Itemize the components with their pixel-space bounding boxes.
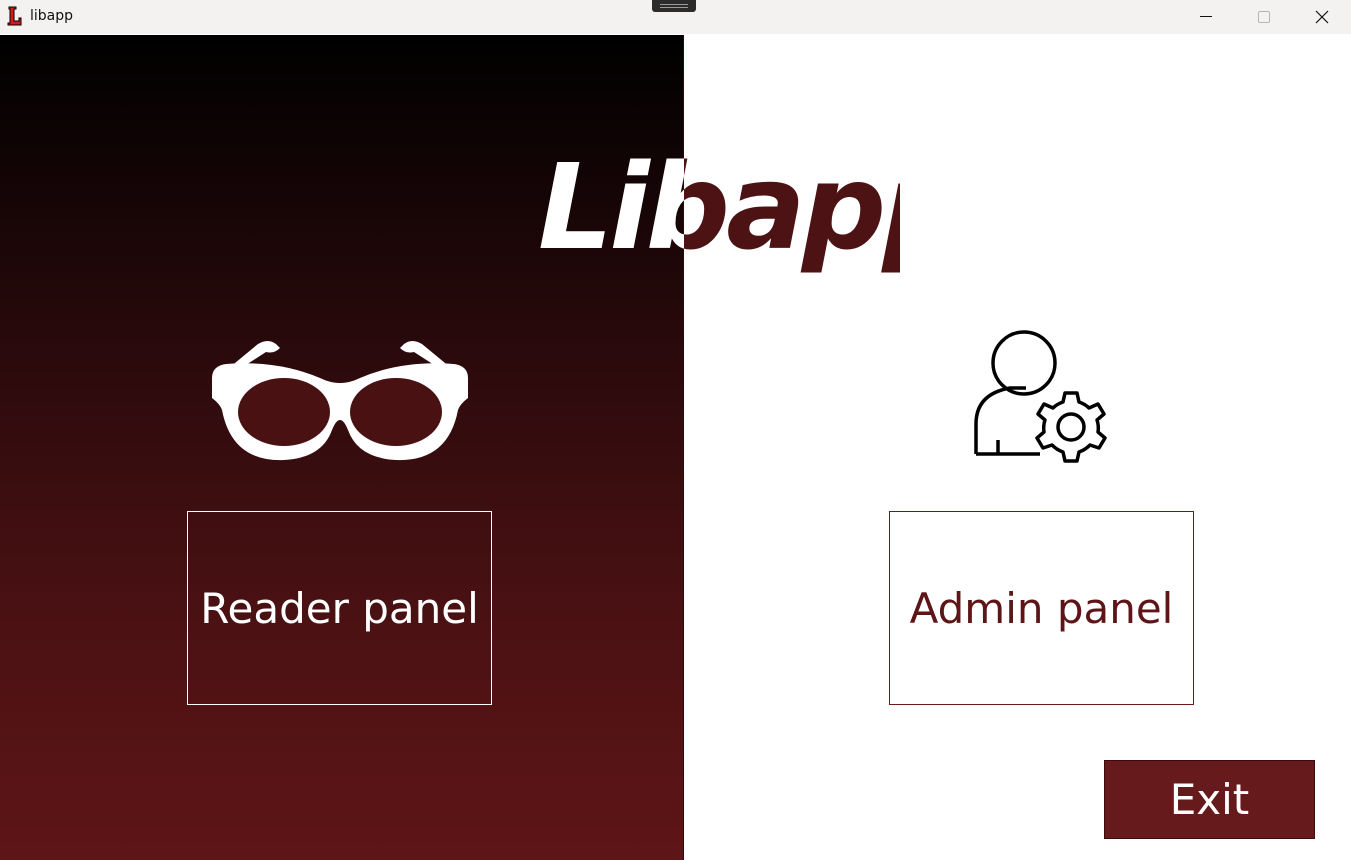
app-window: libapp Libap Libap Reader panel Admin pa… [0,0,1351,860]
window-title: libapp [30,8,74,24]
title-bar[interactable]: libapp [0,0,1351,34]
maximize-button[interactable] [1235,0,1293,34]
close-button[interactable] [1293,0,1351,34]
maximize-icon [1258,11,1270,23]
minimize-button[interactable] [1177,0,1235,34]
reader-panel-button[interactable]: Reader panel [187,511,492,705]
user-gear-icon [974,330,1107,463]
app-logo-icon [7,6,22,26]
admin-panel-button[interactable]: Admin panel [889,511,1194,705]
app-logo: Libapp Libapp [530,130,900,310]
minimize-icon [1200,16,1212,17]
glasses-icon [212,341,468,461]
snap-layout-handle[interactable] [652,0,696,12]
close-icon [1315,10,1329,24]
exit-button[interactable]: Exit [1104,760,1315,839]
